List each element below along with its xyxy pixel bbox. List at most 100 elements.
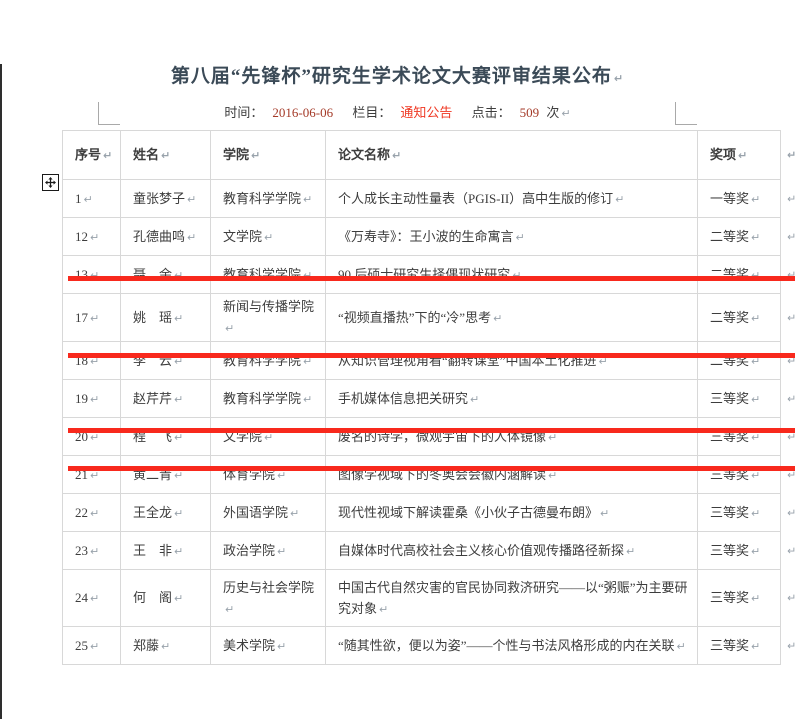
table-row: 17↵ 姚 瑶↵ 新闻与传播学院↵ “视频直播热”下的“冷”思考↵ 二等奖↵↵ <box>63 294 781 342</box>
paragraph-mark-icon: ↵ <box>187 231 196 244</box>
col-header-no: 序号↵ <box>63 131 121 180</box>
table-row: 18↵ 李 云↵ 教育科学学院↵ 从知识管理视角看“翻转课堂”中国本土化推进↵ … <box>63 342 781 380</box>
row-end-paragraph-mark-icon: ↵ <box>787 388 795 409</box>
results-table: 序号↵ 姓名↵ 学院↵ 论文名称↵ 奖项↵↵ 1↵ 童张梦子↵ 教育科学学院↵ … <box>62 130 781 665</box>
cell-award: 二等奖↵↵ <box>698 218 781 256</box>
meta-category-label: 栏目： <box>352 105 391 120</box>
red-highlight-line-1 <box>68 276 795 281</box>
window-left-edge <box>0 64 2 719</box>
cell-award: 一等奖↵↵ <box>698 180 781 218</box>
cell-paper: 废名的诗学，微观宇宙下的人体镜像↵ <box>326 418 698 456</box>
meta-clicks-label: 点击： <box>472 105 511 120</box>
row-end-paragraph-mark-icon: ↵ <box>787 264 795 285</box>
cell-paper: 自媒体时代高校社会主义核心价值观传播路径新探↵ <box>326 532 698 570</box>
cell-no: 23↵ <box>63 532 121 570</box>
paragraph-mark-icon: ↵ <box>174 393 183 406</box>
cell-name: 王全龙↵ <box>121 494 211 532</box>
meta-clicks-value: 509 <box>520 105 540 120</box>
paragraph-mark-icon: ↵ <box>738 149 747 162</box>
paragraph-mark-icon: ↵ <box>174 545 183 558</box>
col-header-award: 奖项↵↵ <box>698 131 781 180</box>
paragraph-mark-icon: ↵ <box>264 231 273 244</box>
cell-no: 18↵ <box>63 342 121 380</box>
cell-paper: 《万寿寺》：王小波的生命寓言↵ <box>326 218 698 256</box>
paragraph-mark-icon: ↵ <box>103 149 112 162</box>
paragraph-mark-icon: ↵ <box>225 322 234 335</box>
cell-college: 外国语学院↵ <box>211 494 326 532</box>
paragraph-mark-icon: ↵ <box>470 393 479 406</box>
paragraph-mark-icon: ↵ <box>90 545 99 558</box>
cell-paper: 90 后硕士研究生择偶现状研究↵ <box>326 256 698 294</box>
cell-no: 17↵ <box>63 294 121 342</box>
row-end-paragraph-mark-icon: ↵ <box>787 588 795 609</box>
page-margin-corner-mark-top-right <box>675 102 697 125</box>
paragraph-mark-icon: ↵ <box>751 592 760 605</box>
paragraph-mark-icon: ↵ <box>516 231 525 244</box>
paragraph-mark-icon: ↵ <box>751 507 760 520</box>
cell-paper: 手机媒体信息把关研究↵ <box>326 380 698 418</box>
cell-paper: “视频直播热”下的“冷”思考↵ <box>326 294 698 342</box>
row-end-paragraph-mark-icon: ↵ <box>787 145 795 166</box>
paragraph-mark-icon: ↵ <box>174 592 183 605</box>
paragraph-mark-icon: ↵ <box>277 545 286 558</box>
meta-category-link[interactable]: 通知公告 <box>400 105 452 120</box>
page-title: 第八届“先锋杯”研究生学术论文大赛评审结果公布↵ <box>0 64 795 92</box>
cell-name: 郑藤↵ <box>121 627 211 665</box>
row-end-paragraph-mark-icon: ↵ <box>787 502 795 523</box>
paragraph-mark-icon: ↵ <box>161 640 170 653</box>
cell-no: 12↵ <box>63 218 121 256</box>
cell-award: 三等奖↵↵ <box>698 418 781 456</box>
cell-award: 三等奖↵↵ <box>698 494 781 532</box>
red-highlight-line-3 <box>68 428 795 433</box>
cell-college: 美术学院↵ <box>211 627 326 665</box>
cell-name: 姚 瑶↵ <box>121 294 211 342</box>
cell-award: 二等奖↵↵ <box>698 294 781 342</box>
cell-paper: 个人成长主动性量表（PGIS-II）高中生版的修订↵ <box>326 180 698 218</box>
paragraph-mark-icon: ↵ <box>493 312 502 325</box>
table-header-row: 序号↵ 姓名↵ 学院↵ 论文名称↵ 奖项↵↵ <box>63 131 781 180</box>
paragraph-mark-icon: ↵ <box>290 507 299 520</box>
paragraph-mark-icon: ↵ <box>161 149 170 162</box>
paragraph-mark-icon: ↵ <box>379 603 388 616</box>
paragraph-mark-icon: ↵ <box>561 107 570 120</box>
cell-no: 21↵ <box>63 456 121 494</box>
cell-name: 童张梦子↵ <box>121 180 211 218</box>
meta-time-value: 2016-06-06 <box>272 105 333 120</box>
page-margin-corner-mark-top-left <box>98 102 120 125</box>
table-row: 12↵ 孔德曲鸣↵ 文学院↵ 《万寿寺》：王小波的生命寓言↵ 二等奖↵↵ <box>63 218 781 256</box>
table-row: 24↵ 何 阁↵ 历史与社会学院↵ 中国古代自然灾害的官民协同救济研究——以“粥… <box>63 570 781 627</box>
cell-paper: 从知识管理视角看“翻转课堂”中国本土化推进↵ <box>326 342 698 380</box>
row-end-paragraph-mark-icon: ↵ <box>787 188 795 209</box>
table-row: 20↵ 程 飞↵ 文学院↵ 废名的诗学，微观宇宙下的人体镜像↵ 三等奖↵↵ <box>63 418 781 456</box>
table-row: 13↵ 聂 余↵ 教育科学学院↵ 90 后硕士研究生择偶现状研究↵ 二等奖↵↵ <box>63 256 781 294</box>
cell-no: 20↵ <box>63 418 121 456</box>
cell-no: 22↵ <box>63 494 121 532</box>
row-end-paragraph-mark-icon: ↵ <box>787 635 795 656</box>
paragraph-mark-icon: ↵ <box>615 193 624 206</box>
cell-paper: 图像学视域下的冬奥会会徽内涵解读↵ <box>326 456 698 494</box>
paragraph-mark-icon: ↵ <box>225 603 234 616</box>
table-row: 21↵ 黄二青↵ 体育学院↵ 图像学视域下的冬奥会会徽内涵解读↵ 三等奖↵↵ <box>63 456 781 494</box>
move-arrows-icon <box>45 177 56 188</box>
cell-no: 13↵ <box>63 256 121 294</box>
cell-college: 文学院↵ <box>211 218 326 256</box>
cell-college: 历史与社会学院↵ <box>211 570 326 627</box>
cell-college: 文学院↵ <box>211 418 326 456</box>
meta-clicks-unit: 次 <box>546 105 559 120</box>
paragraph-mark-icon: ↵ <box>90 393 99 406</box>
red-highlight-line-4 <box>68 466 795 471</box>
paragraph-mark-icon: ↵ <box>614 72 624 85</box>
cell-name: 聂 余↵ <box>121 256 211 294</box>
cell-college: 教育科学学院↵ <box>211 380 326 418</box>
table-move-handle[interactable] <box>42 174 59 191</box>
cell-name: 王 非↵ <box>121 532 211 570</box>
cell-name: 孔德曲鸣↵ <box>121 218 211 256</box>
paragraph-mark-icon: ↵ <box>174 312 183 325</box>
paragraph-mark-icon: ↵ <box>90 507 99 520</box>
paragraph-mark-icon: ↵ <box>392 149 401 162</box>
cell-award: 三等奖↵↵ <box>698 627 781 665</box>
paragraph-mark-icon: ↵ <box>277 640 286 653</box>
paragraph-mark-icon: ↵ <box>90 640 99 653</box>
cell-college: 政治学院↵ <box>211 532 326 570</box>
col-header-college: 学院↵ <box>211 131 326 180</box>
